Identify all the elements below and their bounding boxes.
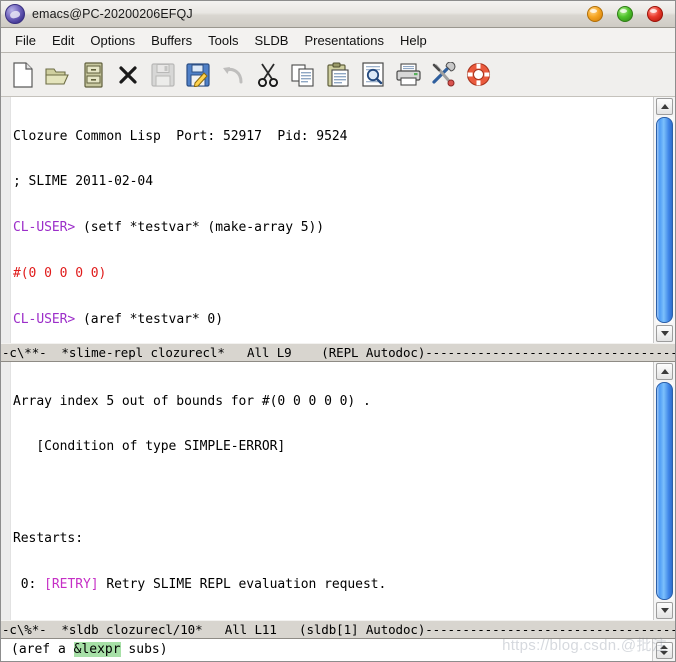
slime-repl-buffer[interactable]: Clozure Common Lisp Port: 52917 Pid: 952… (1, 97, 675, 343)
repl-prompt: CL-USER> (13, 312, 83, 328)
sldb-blank-line-1 (11, 485, 653, 500)
sldb-scroll-track[interactable] (656, 382, 673, 600)
undo-icon (217, 59, 249, 91)
repl-line-input-1: CL-USER> (setf *testvar* (make-array 5)) (11, 220, 653, 235)
repl-line-output-1: #(0 0 0 0 0) (11, 266, 653, 281)
repl-comment-text: ; SLIME 2011-02-04 (13, 174, 153, 190)
sldb-scroll-up-button[interactable] (656, 363, 673, 380)
paste-icon[interactable] (322, 59, 354, 91)
cut-icon[interactable] (252, 59, 284, 91)
menu-item-tools[interactable]: Tools (200, 31, 246, 50)
sldb-restart-0[interactable]: 0: [RETRY] Retry SLIME REPL evaluation r… (11, 577, 653, 592)
sldb-condition-message: Array index 5 out of bounds for #(0 0 0 … (13, 393, 371, 409)
copy-icon[interactable] (287, 59, 319, 91)
open-folder-icon[interactable] (42, 59, 74, 91)
restart-text: Retry SLIME REPL evaluation request. (98, 577, 387, 593)
repl-line-comment: ; SLIME 2011-02-04 (11, 174, 653, 189)
repl-prompt: CL-USER> (13, 220, 83, 236)
sldb-condition-type: [Condition of type SIMPLE-ERROR] (13, 439, 286, 455)
repl-mode-line[interactable]: -c\**- *slime-repl clozurecl* All L9 (RE… (1, 343, 675, 362)
echo-area-row: (aref a &lexpr subs) (1, 639, 675, 661)
sldb-scrollbar[interactable] (653, 362, 675, 620)
minibuffer-scroll-corner[interactable] (655, 641, 673, 659)
restart-name[interactable]: [RETRY] (44, 577, 98, 592)
save-as-icon[interactable] (182, 59, 214, 91)
title-bar: emacs@PC-20200206EFQJ (1, 1, 675, 28)
minibuffer[interactable]: (aref a &lexpr subs) (1, 639, 652, 661)
window-controls (587, 6, 669, 22)
repl-left-fringe (1, 97, 11, 343)
menu-item-edit[interactable]: Edit (44, 31, 82, 50)
minibuffer-highlight: &lexpr (73, 642, 121, 657)
menu-item-buffers[interactable]: Buffers (143, 31, 200, 50)
menu-item-file[interactable]: File (7, 31, 44, 50)
print-icon[interactable] (392, 59, 424, 91)
repl-scrollbar[interactable] (653, 97, 675, 343)
sldb-restarts-header: Restarts: (13, 531, 83, 547)
customize-icon[interactable] (427, 59, 459, 91)
menu-item-options[interactable]: Options (82, 31, 143, 50)
close-x-icon[interactable] (112, 59, 144, 91)
tool-bar (1, 53, 675, 97)
restart-index: 0: (13, 577, 45, 593)
sldb-scroll-thumb[interactable] (656, 382, 673, 600)
repl-header-line: Clozure Common Lisp Port: 52917 Pid: 952… (13, 128, 348, 144)
sldb-buffer[interactable]: Array index 5 out of bounds for #(0 0 0 … (1, 362, 675, 620)
emacs-frame: Clozure Common Lisp Port: 52917 Pid: 952… (1, 97, 675, 661)
repl-scroll-thumb[interactable] (656, 117, 673, 323)
menu-item-sldb[interactable]: SLDB (246, 31, 296, 50)
save-icon (147, 59, 179, 91)
minibuffer-suffix: subs) (120, 642, 168, 657)
sldb-left-fringe (1, 362, 11, 620)
search-icon[interactable] (357, 59, 389, 91)
menu-bar: File Edit Options Buffers Tools SLDB Pre… (1, 28, 675, 53)
emacs-icon (5, 4, 25, 24)
menu-item-presentations[interactable]: Presentations (296, 31, 392, 50)
window-title: emacs@PC-20200206EFQJ (32, 7, 193, 21)
repl-scroll-down-button[interactable] (656, 325, 673, 342)
menu-item-help[interactable]: Help (392, 31, 435, 50)
new-file-icon[interactable] (7, 59, 39, 91)
repl-text-area[interactable]: Clozure Common Lisp Port: 52917 Pid: 952… (11, 97, 653, 343)
sldb-scroll-down-button[interactable] (656, 602, 673, 619)
repl-line-input-2: CL-USER> (aref *testvar* 0) (11, 312, 653, 327)
repl-output-text: #(0 0 0 0 0) (13, 266, 107, 282)
repl-input-text: (setf *testvar* (make-array 5)) (83, 220, 325, 236)
repl-scroll-up-button[interactable] (656, 98, 673, 115)
minibuffer-prefix: (aref a (11, 642, 74, 657)
minimize-button[interactable] (587, 6, 603, 22)
sldb-text-area[interactable]: Array index 5 out of bounds for #(0 0 0 … (11, 362, 653, 620)
repl-scroll-track[interactable] (656, 117, 673, 323)
help-icon[interactable] (462, 59, 494, 91)
dired-icon[interactable] (77, 59, 109, 91)
close-button[interactable] (647, 6, 663, 22)
sldb-mode-line[interactable]: -c\%*- *sldb clozurecl/10* All L11 (sldb… (1, 620, 675, 639)
maximize-button[interactable] (617, 6, 633, 22)
repl-input-text: (aref *testvar* 0) (83, 312, 223, 328)
emacs-window: emacs@PC-20200206EFQJ File Edit Options … (0, 0, 676, 662)
minibuffer-scroll-area[interactable] (652, 639, 675, 661)
